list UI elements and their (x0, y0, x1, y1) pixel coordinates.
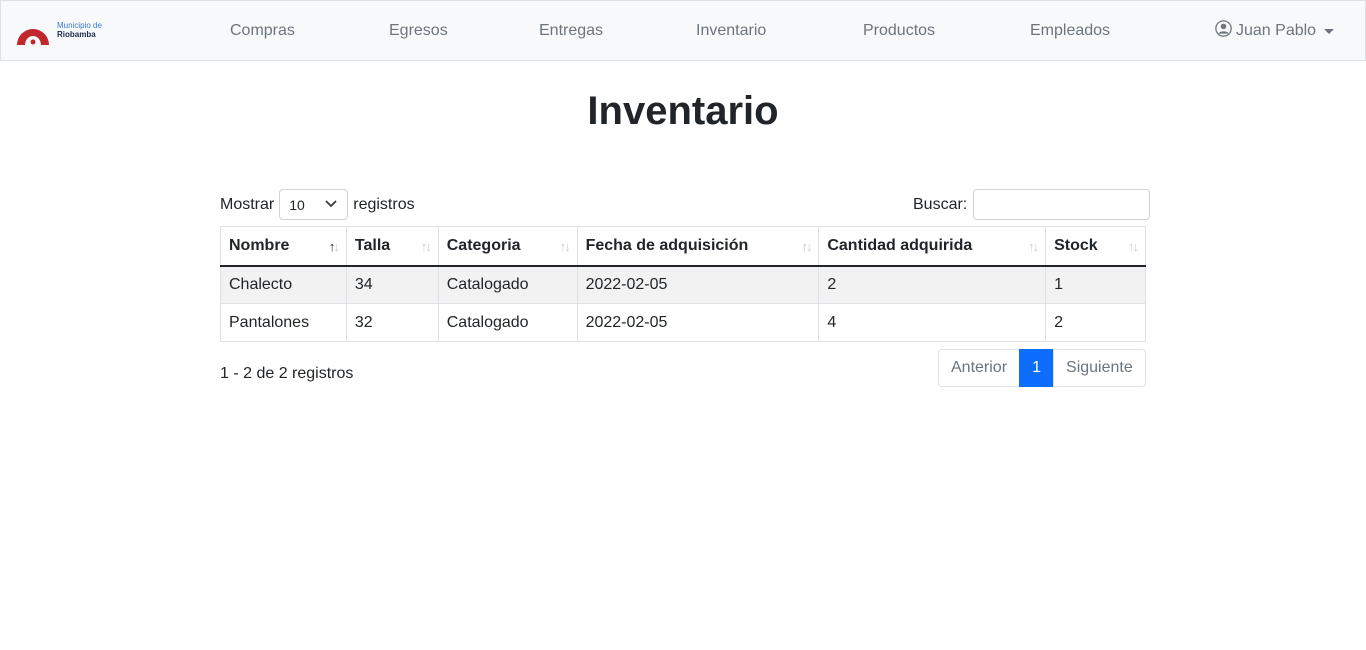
nav-empleados[interactable]: Empleados (1030, 20, 1110, 42)
cell-nombre: Pantalones (220, 303, 347, 342)
table-row: Chalecto 34 Catalogado 2022-02-05 2 1 (220, 265, 1146, 304)
nav-productos[interactable]: Productos (863, 20, 935, 42)
length-suffix-label: registros (353, 195, 415, 213)
nav-inventario[interactable]: Inventario (696, 20, 766, 42)
page-title: Inventario (587, 89, 779, 133)
nav-egresos[interactable]: Egresos (389, 20, 448, 42)
user-circle-icon (1215, 20, 1232, 42)
sort-icon: ↑↓ (801, 239, 812, 254)
column-header-cantidad[interactable]: Cantidad adquirida ↑↓ (818, 226, 1047, 267)
cell-categoria: Catalogado (437, 303, 578, 342)
search-label: Buscar: (913, 195, 968, 213)
column-header-nombre[interactable]: Nombre ↑↓ (220, 226, 347, 267)
column-header-fecha[interactable]: Fecha de adquisición ↑↓ (576, 226, 820, 267)
next-page-button[interactable]: Siguiente (1053, 349, 1146, 387)
table-row: Pantalones 32 Catalogado 2022-02-05 4 2 (220, 303, 1146, 342)
cell-nombre: Chalecto (220, 265, 347, 304)
pagination: Anterior 1 Siguiente (938, 349, 1146, 387)
previous-page-button[interactable]: Anterior (938, 349, 1021, 387)
municipio-logo-icon (17, 17, 49, 45)
column-label: Nombre (229, 236, 290, 254)
sort-icon: ↑↓ (420, 239, 432, 254)
top-navbar: Municipio de Riobamba Compras Egresos En… (0, 0, 1366, 61)
sort-icon: ↑↓ (1028, 239, 1039, 254)
nav-entregas[interactable]: Entregas (539, 20, 603, 42)
chevron-down-icon (325, 200, 337, 208)
column-header-categoria[interactable]: Categoria ↑↓ (437, 226, 578, 267)
brand-line2: Riobamba (57, 30, 96, 39)
sort-icon: ↑↓ (1128, 239, 1139, 254)
table-header-row: Nombre ↑↓ Talla ↑↓ Categoria ↑↓ Fecha de… (220, 226, 1146, 267)
entries-select[interactable]: 10 (279, 189, 349, 220)
caret-down-icon (1324, 29, 1335, 34)
cell-talla: 34 (345, 265, 439, 304)
entries-select-value: 10 (289, 196, 305, 213)
sort-icon: ↑↓ (559, 239, 571, 254)
column-label: Categoria (446, 236, 521, 254)
search-input[interactable] (973, 189, 1151, 220)
user-name: Juan Pablo (1236, 22, 1317, 39)
cell-cantidad: 2 (818, 265, 1047, 304)
column-label: Fecha de adquisición (585, 236, 749, 254)
cell-fecha: 2022-02-05 (576, 265, 820, 304)
length-control: Mostrar 10 registros (220, 189, 415, 220)
cell-categoria: Catalogado (437, 265, 578, 304)
cell-cantidad: 4 (818, 303, 1047, 342)
sort-asc-icon: ↑↓ (328, 239, 340, 254)
brand-line1: Municipio de (57, 21, 102, 30)
cell-stock: 1 (1045, 265, 1146, 304)
column-label: Talla (354, 236, 391, 254)
cell-stock: 2 (1045, 303, 1146, 342)
brand-logo[interactable]: Municipio de Riobamba (15, 13, 115, 47)
column-header-stock[interactable]: Stock ↑↓ (1045, 226, 1146, 267)
column-label: Cantidad adquirida (827, 236, 973, 254)
length-prefix-label: Mostrar (220, 195, 275, 213)
column-label: Stock (1054, 236, 1098, 254)
table-info: 1 - 2 de 2 registros (220, 365, 354, 382)
search-control: Buscar: (913, 189, 1151, 220)
inventory-table: Nombre ↑↓ Talla ↑↓ Categoria ↑↓ Fecha de… (220, 226, 1146, 342)
column-header-talla[interactable]: Talla ↑↓ (345, 226, 439, 267)
user-menu-dropdown[interactable]: Juan Pablo (1215, 20, 1335, 42)
nav-compras[interactable]: Compras (230, 20, 295, 42)
page-1-button[interactable]: 1 (1019, 349, 1055, 387)
cell-fecha: 2022-02-05 (576, 303, 820, 342)
cell-talla: 32 (345, 303, 439, 342)
